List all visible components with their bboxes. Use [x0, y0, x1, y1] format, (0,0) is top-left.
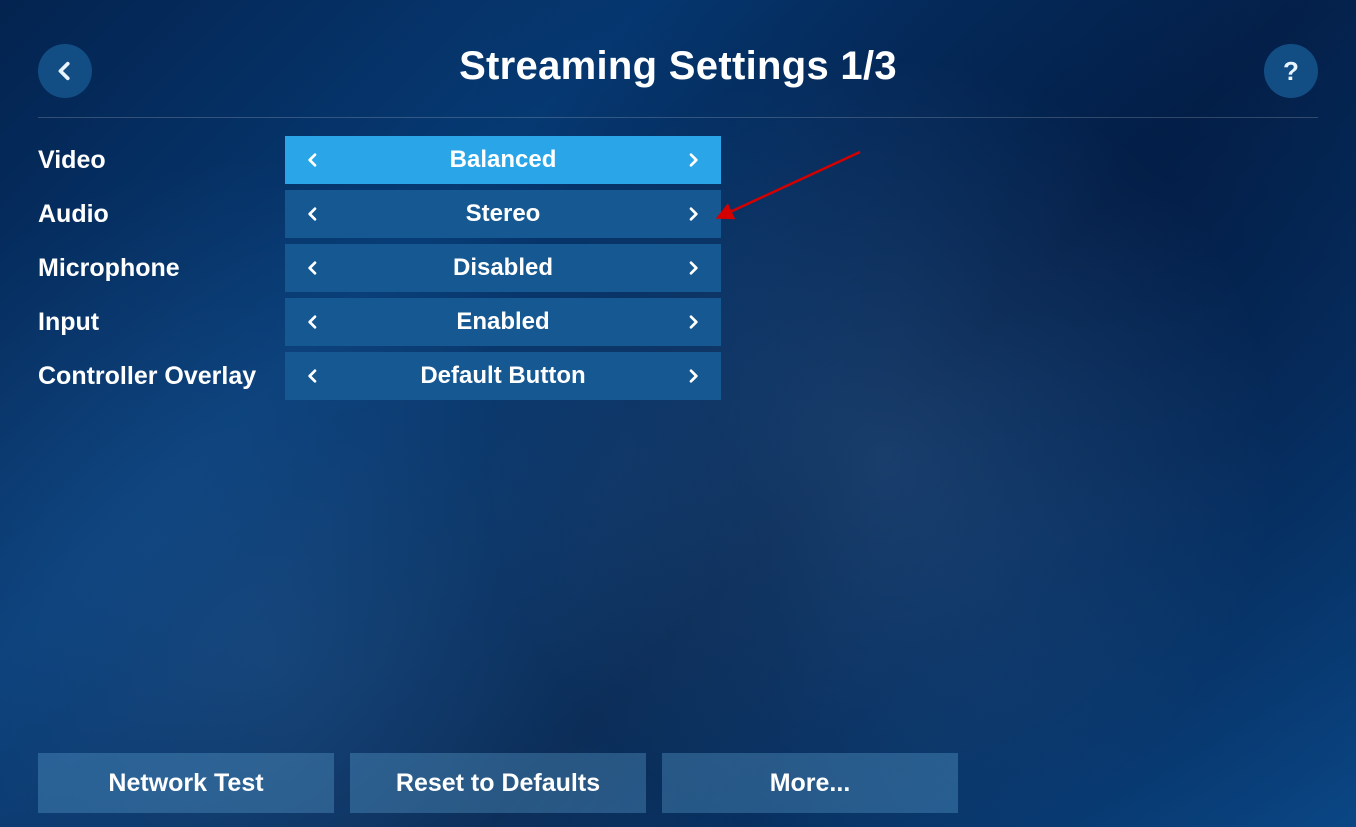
picker-input[interactable]: Enabled [285, 298, 721, 346]
annotation-arrow-icon [0, 0, 1356, 827]
picker-prev-button[interactable] [285, 190, 341, 238]
chevron-left-icon [305, 258, 321, 278]
page-title: Streaming Settings 1/3 [38, 44, 1318, 89]
picker-prev-button[interactable] [285, 244, 341, 292]
reset-defaults-button[interactable]: Reset to Defaults [350, 753, 646, 813]
setting-label: Audio [38, 200, 285, 229]
picker-value: Balanced [341, 146, 665, 174]
settings-list: Video Balanced Audio Stereo Microphone [38, 136, 1318, 400]
setting-label: Input [38, 308, 285, 337]
chevron-right-icon [685, 150, 701, 170]
more-button[interactable]: More... [662, 753, 958, 813]
setting-row-audio: Audio Stereo [38, 190, 1318, 238]
picker-next-button[interactable] [665, 190, 721, 238]
setting-label: Video [38, 146, 285, 175]
button-label: More... [770, 769, 851, 798]
picker-next-button[interactable] [665, 136, 721, 184]
picker-next-button[interactable] [665, 352, 721, 400]
button-label: Network Test [108, 769, 263, 798]
button-label: Reset to Defaults [396, 769, 600, 798]
picker-value: Disabled [341, 254, 665, 282]
picker-value: Enabled [341, 308, 665, 336]
picker-next-button[interactable] [665, 244, 721, 292]
picker-video[interactable]: Balanced [285, 136, 721, 184]
chevron-right-icon [685, 204, 701, 224]
picker-prev-button[interactable] [285, 352, 341, 400]
footer: Network Test Reset to Defaults More... [38, 753, 1318, 813]
question-mark-icon: ? [1283, 56, 1299, 87]
picker-next-button[interactable] [665, 298, 721, 346]
chevron-left-icon [305, 312, 321, 332]
picker-value: Default Button [341, 362, 665, 390]
setting-row-controller-overlay: Controller Overlay Default Button [38, 352, 1318, 400]
help-button[interactable]: ? [1264, 44, 1318, 98]
header: Streaming Settings 1/3 ? [38, 0, 1318, 118]
chevron-left-icon [305, 204, 321, 224]
chevron-right-icon [685, 258, 701, 278]
picker-prev-button[interactable] [285, 298, 341, 346]
picker-controller-overlay[interactable]: Default Button [285, 352, 721, 400]
picker-microphone[interactable]: Disabled [285, 244, 721, 292]
setting-label: Microphone [38, 254, 285, 283]
setting-row-video: Video Balanced [38, 136, 1318, 184]
setting-row-microphone: Microphone Disabled [38, 244, 1318, 292]
chevron-right-icon [685, 312, 701, 332]
picker-value: Stereo [341, 200, 665, 228]
setting-label: Controller Overlay [38, 362, 285, 391]
chevron-left-icon [305, 150, 321, 170]
chevron-left-icon [305, 366, 321, 386]
setting-row-input: Input Enabled [38, 298, 1318, 346]
picker-audio[interactable]: Stereo [285, 190, 721, 238]
picker-prev-button[interactable] [285, 136, 341, 184]
chevron-right-icon [685, 366, 701, 386]
network-test-button[interactable]: Network Test [38, 753, 334, 813]
